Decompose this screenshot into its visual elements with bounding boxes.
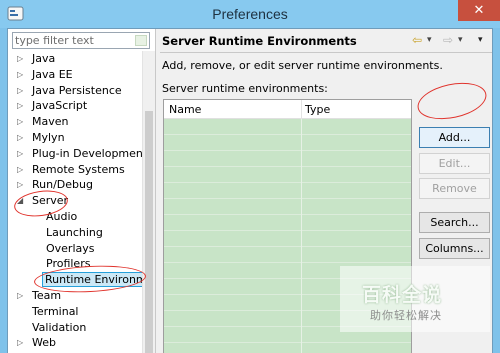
forward-arrow-icon[interactable]: ⇨ (443, 33, 453, 47)
tree-item-label: Web (32, 336, 56, 350)
column-header-type[interactable]: Type (305, 103, 330, 116)
edit-button[interactable]: Edit... (419, 153, 490, 174)
tree-item-label: Maven (32, 115, 69, 129)
tree-item[interactable]: Overlays (8, 241, 143, 257)
filter-input[interactable]: type filter text (12, 32, 150, 49)
tree-item-label: Terminal (32, 304, 79, 318)
view-menu-icon[interactable]: ▾ (478, 35, 483, 45)
table-header: Name Type (164, 100, 411, 119)
page-navigation: ⇦ ▾ ⇨ ▾ ▾ (410, 33, 490, 49)
tree-item[interactable]: ▷ Remote Systems (8, 162, 143, 178)
tree-item-label: Validation (32, 320, 87, 334)
tree-item[interactable]: ▷ Run/Debug (8, 177, 143, 193)
watermark-title: 百科全说 (362, 284, 443, 306)
add-button[interactable]: Add... (419, 127, 490, 148)
runtimes-list-label: Server runtime environments: (162, 82, 328, 95)
tree-item[interactable]: Launching (8, 225, 143, 241)
page-title: Server Runtime Environments (162, 34, 357, 48)
remove-button[interactable]: Remove (419, 178, 490, 199)
window-title: Preferences (212, 6, 288, 22)
tree-item[interactable]: ▷ Java EE (8, 67, 143, 83)
back-arrow-icon[interactable]: ⇦ (412, 33, 422, 47)
tree-item[interactable]: ▷ Maven (8, 114, 143, 130)
tree-item-label: Java Persistence (32, 83, 122, 97)
forward-menu-icon[interactable]: ▾ (458, 35, 463, 45)
collapsed-arrow-icon[interactable]: ▷ (17, 288, 26, 304)
tree-item[interactable]: Validation (8, 320, 143, 336)
watermark-subtitle: 助你轻松解决 (370, 309, 442, 322)
collapsed-arrow-icon[interactable]: ▷ (17, 51, 26, 67)
tree-item[interactable]: ▷ Web (8, 335, 143, 351)
search-button[interactable]: Search... (419, 212, 490, 233)
tree-item-label: JavaScript (32, 99, 88, 113)
tree-item-label: Mylyn (32, 130, 65, 144)
collapsed-arrow-icon[interactable]: ▷ (17, 130, 26, 146)
tree-item[interactable]: ▷ JavaScript (8, 98, 143, 114)
tree-item-label: Overlays (46, 241, 95, 255)
title-bar: Preferences ✕ (0, 0, 500, 28)
collapsed-arrow-icon[interactable]: ▷ (17, 146, 26, 162)
tree-item-label: Java (32, 52, 56, 65)
tree-item-label: Remote Systems (32, 162, 125, 176)
tree-item[interactable]: ▷ Plug-in Development (8, 146, 147, 162)
close-button[interactable]: ✕ (458, 0, 500, 21)
page-description: Add, remove, or edit server runtime envi… (162, 59, 443, 72)
tree-item[interactable]: ▷ Java (8, 51, 143, 67)
collapsed-arrow-icon[interactable]: ▷ (17, 67, 26, 83)
tree-item[interactable]: Terminal (8, 304, 143, 320)
title-separator (160, 52, 492, 53)
preference-tree-pane: type filter text ▷ Java ▷ Java EE ▷ Java Pers… (8, 29, 156, 353)
tree-item-label: Plug-in Development (32, 146, 148, 160)
tree-scrollbar[interactable] (142, 51, 155, 353)
columns-button[interactable]: Columns... (419, 238, 490, 259)
column-header-name[interactable]: Name (169, 103, 201, 116)
collapsed-arrow-icon[interactable]: ▷ (17, 335, 26, 351)
collapsed-arrow-icon[interactable]: ▷ (17, 162, 26, 178)
column-grid-line (301, 119, 302, 353)
column-divider[interactable] (301, 100, 302, 119)
collapsed-arrow-icon[interactable]: ▷ (17, 98, 26, 114)
collapsed-arrow-icon[interactable]: ▷ (17, 177, 26, 193)
collapsed-arrow-icon[interactable]: ▷ (17, 114, 26, 130)
tree-item-label: Launching (46, 225, 103, 239)
back-menu-icon[interactable]: ▾ (427, 35, 432, 45)
tree-item[interactable]: ▷ Mylyn (8, 130, 143, 146)
collapsed-arrow-icon[interactable]: ▷ (17, 83, 26, 99)
watermark: 百科全说 助你轻松解决 (340, 266, 490, 332)
tree-item-label: Java EE (32, 67, 73, 81)
tree-item[interactable]: ▷ Java Persistence (8, 83, 143, 99)
clear-filter-icon[interactable] (135, 35, 147, 46)
scrollbar-thumb[interactable] (145, 111, 153, 353)
